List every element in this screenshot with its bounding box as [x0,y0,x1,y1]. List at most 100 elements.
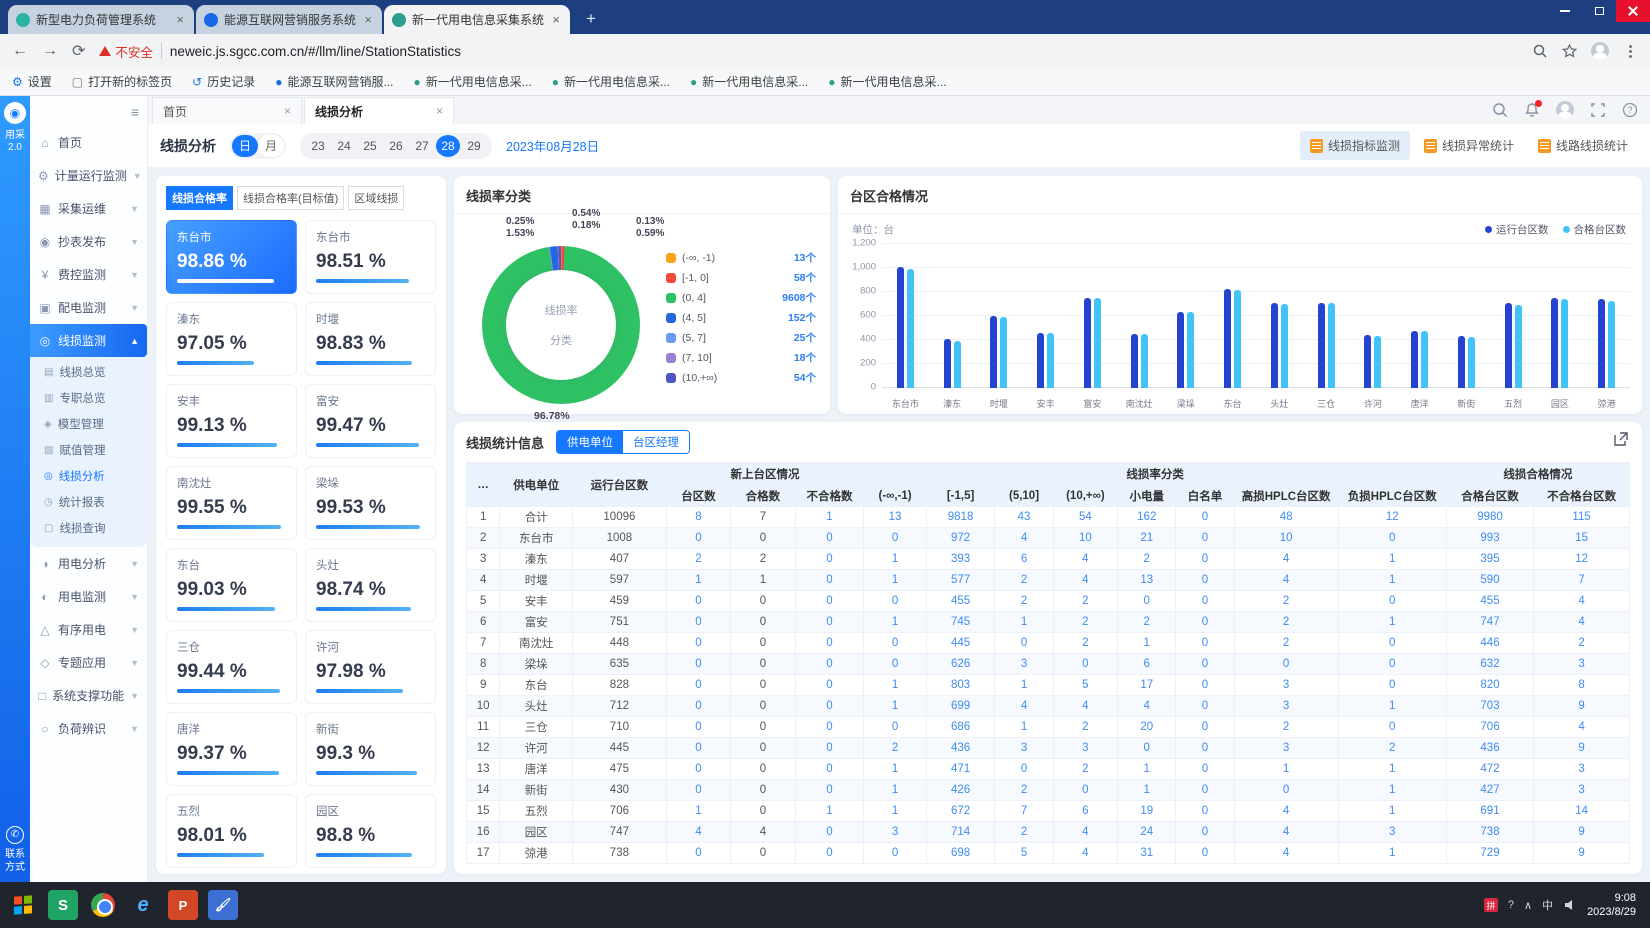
cell-value[interactable]: 15 [1534,528,1630,549]
cell-value[interactable]: 4 [1534,612,1630,633]
bookmark-item[interactable]: ●新一代用电信息采... [828,73,946,90]
cell-value[interactable]: 1 [1338,780,1446,801]
cell-value[interactable]: 0 [1176,570,1234,591]
cell-value[interactable]: 393 [926,549,995,570]
bar-合格台区数[interactable] [1561,299,1568,388]
cell-value[interactable]: 0 [995,633,1053,654]
bar-group-梁垛[interactable] [1163,244,1210,388]
cell-value[interactable]: 427 [1446,780,1533,801]
cell-value[interactable]: 4 [1234,570,1338,591]
cell-value[interactable]: 0 [1176,696,1234,717]
bar-合格台区数[interactable] [1047,333,1054,388]
cell-value[interactable]: 2 [1234,612,1338,633]
sidebar-item-用电分析[interactable]: ◑用电分析▼ [30,547,147,580]
table-row[interactable]: 14新街43000014262010014273 [467,780,1630,801]
cell-value[interactable]: 0 [795,675,864,696]
cell-value[interactable]: 0 [1176,633,1234,654]
table-row[interactable]: 17弶港738000069854310417299 [467,843,1630,864]
bar-运行台区数[interactable] [1318,303,1325,388]
cell-value[interactable]: 0 [795,843,864,864]
cell-value[interactable]: 1 [864,696,926,717]
cell-value[interactable]: 747 [1446,612,1533,633]
cell-value[interactable]: 0 [666,675,730,696]
bar-运行台区数[interactable] [1224,289,1231,388]
cell-value[interactable]: 455 [1446,591,1533,612]
cell-value[interactable]: 0 [864,633,926,654]
cell-value[interactable]: 577 [926,570,995,591]
page-tab-首页[interactable]: 首页× [152,97,302,124]
cell-value[interactable]: 0 [1118,738,1176,759]
cell-value[interactable]: 0 [1118,591,1176,612]
cell-value[interactable]: 8 [1534,675,1630,696]
cell-value[interactable]: 2 [1053,612,1117,633]
cell-value[interactable]: 54 [1053,507,1117,528]
day-option-26[interactable]: 26 [384,135,408,157]
cell-value[interactable]: 162 [1118,507,1176,528]
bar-合格台区数[interactable] [1421,331,1428,388]
cell-value[interactable]: 12 [1338,507,1446,528]
cell-value[interactable]: 1 [864,801,926,822]
cell-value[interactable]: 4 [1053,822,1117,843]
submenu-item-线损分析[interactable]: ◎线损分析 [30,463,147,489]
tab-close-icon[interactable]: × [362,12,374,27]
submenu-item-模型管理[interactable]: ◈模型管理 [30,411,147,437]
bar-group-弶港[interactable] [1583,244,1630,388]
cell-value[interactable]: 0 [1176,843,1234,864]
bar-运行台区数[interactable] [1458,336,1465,388]
sidebar-item-抄表发布[interactable]: ◉抄表发布▼ [30,225,147,258]
cell-value[interactable]: 0 [795,717,864,738]
bar-group-三仓[interactable] [1303,244,1350,388]
cell-value[interactable]: 698 [926,843,995,864]
cell-value[interactable]: 4 [1118,696,1176,717]
cell-value[interactable]: 2 [1534,633,1630,654]
table-row[interactable]: 16园区747440371424240437389 [467,822,1630,843]
sidebar-item-用电监测[interactable]: ◐用电监测▼ [30,580,147,613]
pass-rate-tab-线损合格率(目标值)[interactable]: 线损合格率(目标值) [237,186,344,210]
cell-value[interactable]: 9 [1534,822,1630,843]
bar-group-新街[interactable] [1443,244,1490,388]
cell-value[interactable]: 0 [1176,822,1234,843]
cell-value[interactable]: 2 [1118,612,1176,633]
cell-value[interactable]: 3 [1234,696,1338,717]
region-card-富安[interactable]: 富安99.47 % [305,384,436,458]
region-card-园区[interactable]: 园区98.8 % [305,794,436,868]
table-row[interactable]: 4时堰597110157724130415907 [467,570,1630,591]
cell-value[interactable]: 0 [666,717,730,738]
start-button[interactable] [8,890,38,920]
cell-value[interactable]: 972 [926,528,995,549]
cell-value[interactable]: 3 [1053,738,1117,759]
cell-value[interactable]: 4 [1534,717,1630,738]
cell-value[interactable]: 0 [795,528,864,549]
cell-value[interactable]: 0 [864,528,926,549]
table-row[interactable]: 3溱东407220139364204139512 [467,549,1630,570]
bar-运行台区数[interactable] [1598,299,1605,388]
cell-value[interactable]: 0 [795,570,864,591]
export-icon[interactable] [1612,430,1630,448]
cell-value[interactable]: 14 [1534,801,1630,822]
cell-value[interactable]: 714 [926,822,995,843]
cell-value[interactable]: 0 [666,759,730,780]
search-icon[interactable] [1492,102,1508,118]
bookmark-item[interactable]: ●新一代用电信息采... [413,73,531,90]
bookmark-item[interactable]: ●新一代用电信息采... [552,73,670,90]
region-card-唐洋[interactable]: 唐洋99.37 % [166,712,297,786]
bar-合格台区数[interactable] [1374,336,1381,388]
region-card-东台市[interactable]: 东台市98.86 % [166,220,297,294]
cell-value[interactable]: 3 [1534,780,1630,801]
cell-value[interactable]: 0 [795,654,864,675]
cell-value[interactable]: 0 [995,759,1053,780]
bookmark-item[interactable]: ●能源互联网营销服... [275,73,393,90]
cell-value[interactable]: 31 [1118,843,1176,864]
cell-value[interactable]: 0 [795,780,864,801]
bar-合格台区数[interactable] [954,341,961,388]
page-tab-close-icon[interactable]: × [436,104,443,118]
menu-icon[interactable] [1623,44,1638,59]
cell-value[interactable]: 0 [666,843,730,864]
sidebar-item-首页[interactable]: ⌂首页 [30,126,147,159]
cell-value[interactable]: 0 [1176,675,1234,696]
cell-value[interactable]: 1 [666,801,730,822]
day-option-27[interactable]: 27 [410,135,434,157]
cell-value[interactable]: 8 [666,507,730,528]
ime-indicator[interactable]: 中 [1542,897,1553,913]
cell-value[interactable]: 2 [1053,633,1117,654]
